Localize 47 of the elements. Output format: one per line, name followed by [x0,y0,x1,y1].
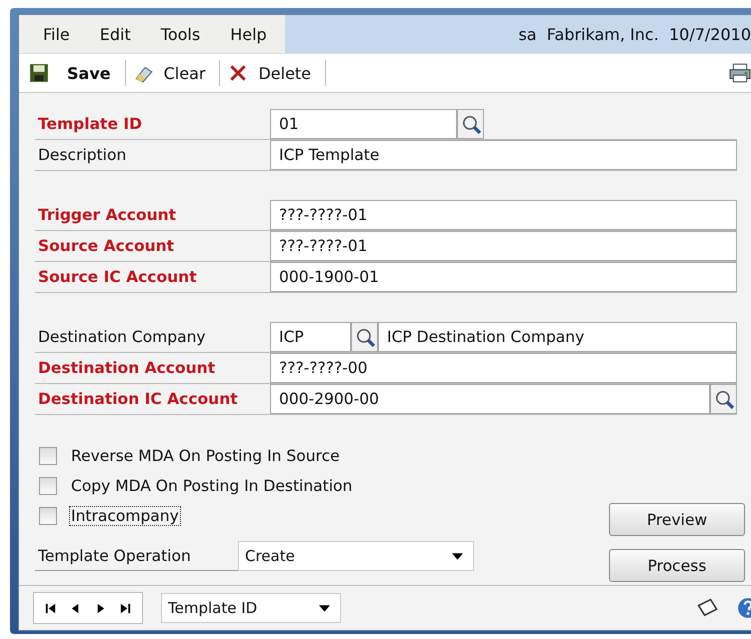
checkbox[interactable] [39,447,57,465]
caret-icon [319,604,330,612]
input-field[interactable]: 01 [270,109,457,139]
clear-button[interactable]: Clear [130,61,216,85]
input-field[interactable]: ???-????-01 [270,231,737,261]
x-icon [228,63,248,83]
lookup-button[interactable] [710,384,737,414]
menu-item[interactable]: Edit [88,24,149,44]
checkbox-label[interactable]: Intracompany [69,506,181,526]
checkbox[interactable] [39,477,57,495]
operation-dropdown[interactable]: Create [238,541,474,571]
field-label: Source IC Account [37,267,198,288]
last-record-icon[interactable] [119,602,132,614]
field-label: Source Account [37,236,176,257]
printer-icon[interactable] [729,63,751,83]
input-field: ICP Destination Company [378,322,737,352]
menu-item[interactable]: Tools [148,24,218,44]
field-label: Destination IC Account [37,389,239,410]
user-company-date: sa Fabrikam, Inc. 10/7/2010 [517,24,751,46]
input-field[interactable]: ICP [270,322,351,352]
search-icon [460,114,480,134]
menu-item[interactable]: Help [218,24,285,44]
first-record-icon[interactable] [44,602,57,614]
save-button[interactable]: Save [25,61,121,85]
field-label: Template ID [37,114,143,135]
lookup-button[interactable] [351,322,378,352]
search-icon [354,327,374,347]
sort-dropdown[interactable]: Template ID [161,593,341,623]
action-button[interactable]: Process [609,549,745,582]
checkbox[interactable] [39,507,57,525]
checkbox-label[interactable]: Copy MDA On Posting In Destination [69,476,354,496]
input-field[interactable]: ???-????-01 [270,200,737,230]
menu-item[interactable]: File [31,24,88,44]
input-field[interactable]: ICP Template [270,140,737,170]
search-icon [714,389,734,409]
lookup-button[interactable] [457,109,484,139]
input-field[interactable]: 000-2900-00 [270,384,710,414]
input-field[interactable]: 000-1900-01 [270,262,737,292]
caret-icon [452,552,463,560]
field-label: Description [37,145,128,166]
input-field[interactable]: ???-????-00 [270,353,737,383]
action-button[interactable]: Preview [609,503,745,536]
checkbox-label[interactable]: Reverse MDA On Posting In Source [69,446,342,466]
field-label: Destination Account [37,358,216,379]
field-label: Trigger Account [37,205,178,226]
delete-button[interactable]: Delete [224,61,322,85]
field-label: Destination Company [37,327,207,348]
